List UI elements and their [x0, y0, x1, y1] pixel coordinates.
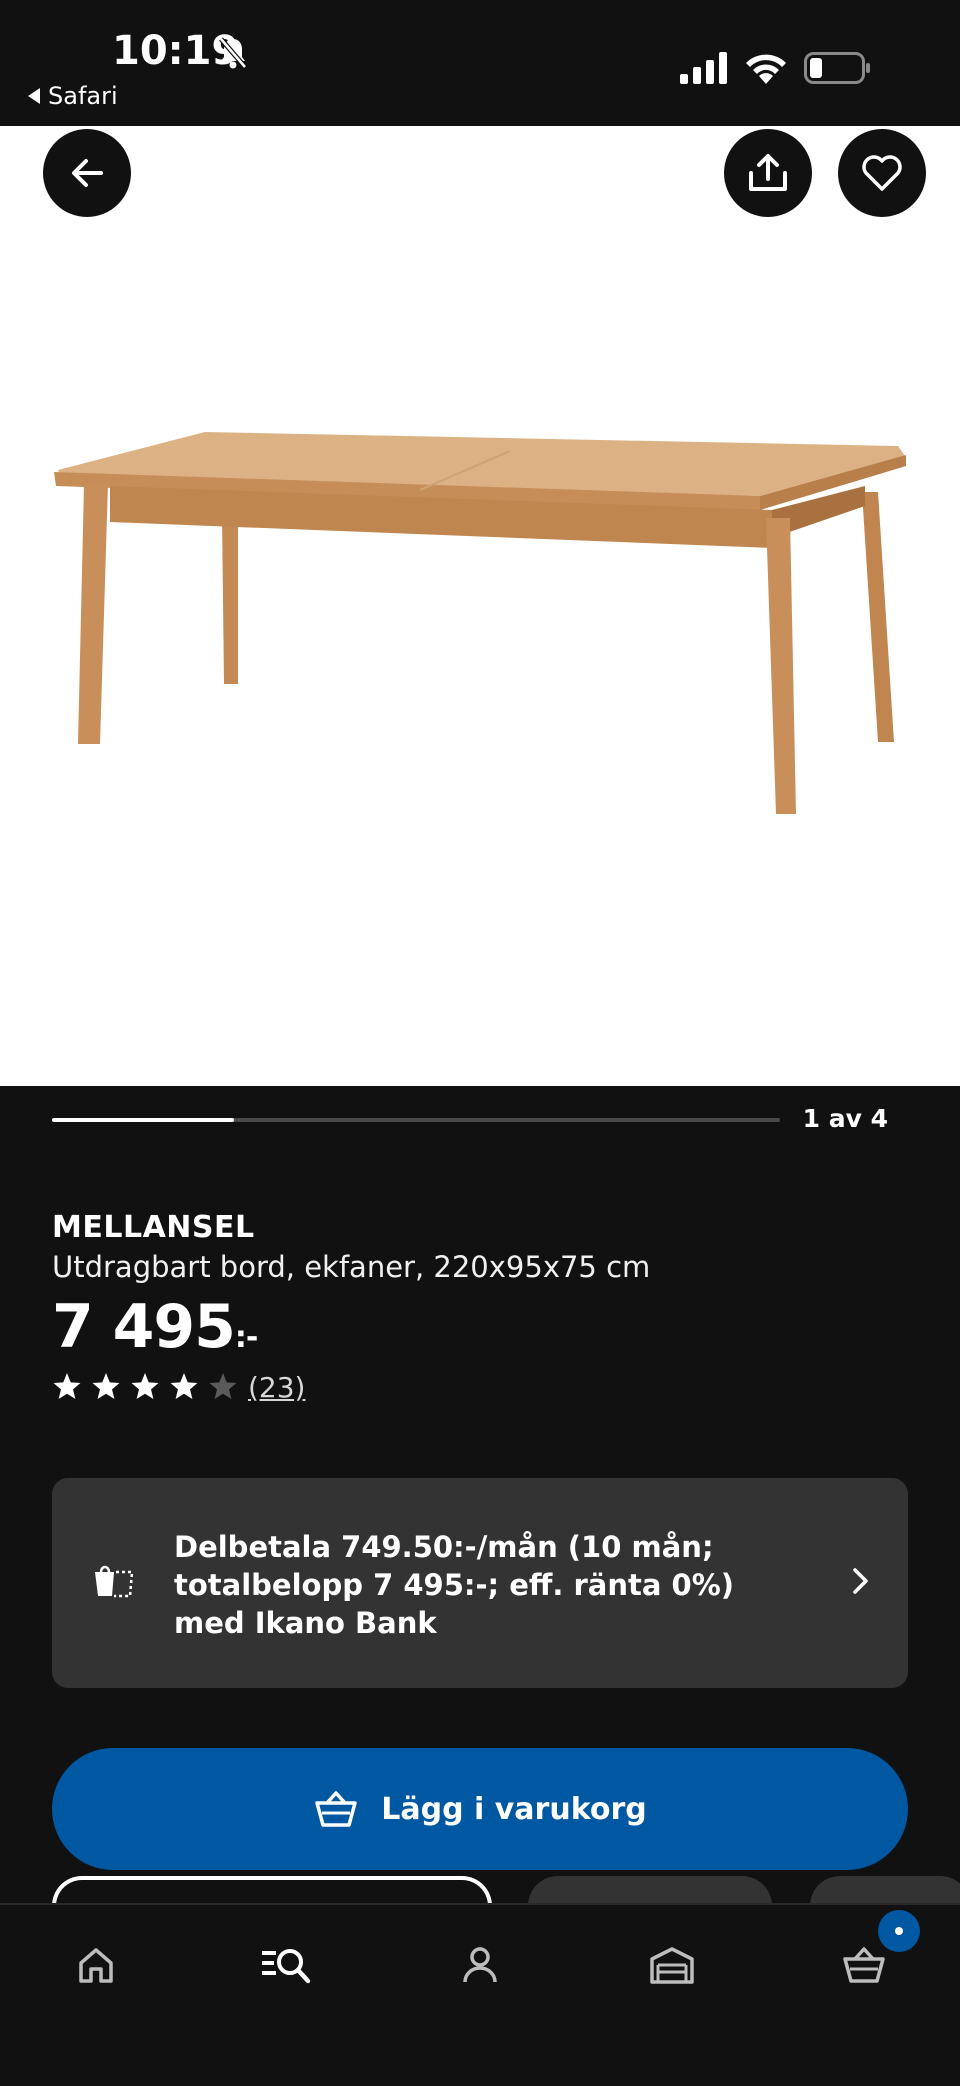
profile-icon	[463, 1947, 497, 1983]
product-image	[54, 432, 906, 814]
financing-card[interactable]: Delbetala 749.50:-/mån (10 mån; totalbel…	[52, 1478, 908, 1688]
chevron-right-icon	[853, 1568, 868, 1594]
cart-badge-dot	[895, 1927, 903, 1935]
rating-stars	[52, 1372, 238, 1404]
add-to-cart-label: Lägg i varukorg	[381, 1791, 647, 1827]
cart-icon	[843, 1947, 885, 1983]
back-to-safari[interactable]: Safari	[28, 82, 118, 110]
store-icon	[650, 1947, 694, 1984]
reviews-link[interactable]: (23)	[248, 1371, 305, 1404]
battery-icon	[804, 52, 870, 84]
product-description: Utdragbart bord, ekfaner, 220x95x75 cm	[52, 1250, 651, 1284]
cellular-signal-icon	[680, 52, 727, 84]
gallery-progress-track	[52, 1118, 780, 1122]
gallery-counter: 1 av 4	[802, 1104, 888, 1133]
cart-badge	[878, 1910, 920, 1952]
silent-mode-icon	[219, 37, 247, 69]
product-image-gallery[interactable]	[0, 126, 960, 1086]
product-price: 7 495:-	[52, 1292, 258, 1362]
star-filled-icon	[91, 1372, 121, 1404]
nav-store[interactable]	[642, 1935, 702, 1995]
price-value: 7 495	[52, 1292, 236, 1362]
add-to-cart-button[interactable]: Lägg i varukorg	[52, 1748, 908, 1870]
nav-profile[interactable]	[450, 1935, 510, 1995]
share-icon	[749, 154, 787, 191]
bottom-navigation	[0, 1903, 960, 2086]
favorite-button[interactable]	[838, 129, 926, 217]
wifi-icon	[746, 54, 786, 84]
star-empty-icon	[208, 1372, 238, 1404]
financing-text: Delbetala 749.50:-/mån (10 mån; totalbel…	[174, 1530, 735, 1640]
basket-icon	[315, 1791, 358, 1827]
arrow-left-icon	[72, 159, 103, 187]
nav-search[interactable]	[256, 1935, 316, 1995]
home-icon	[79, 1948, 113, 1983]
heart-icon	[862, 155, 902, 191]
nav-home[interactable]	[66, 1935, 126, 1995]
price-suffix: :-	[234, 1320, 258, 1355]
share-button[interactable]	[724, 129, 812, 217]
star-filled-icon	[52, 1372, 82, 1404]
back-triangle-icon	[28, 88, 40, 104]
back-app-label: Safari	[48, 82, 118, 110]
star-filled-icon	[130, 1372, 160, 1404]
search-icon	[262, 1949, 311, 1984]
gallery-progress-fill	[52, 1118, 234, 1122]
product-name: MELLANSEL	[52, 1210, 255, 1245]
shopping-bag-icon	[95, 1565, 134, 1598]
back-button[interactable]	[43, 129, 131, 217]
star-filled-icon	[169, 1372, 199, 1404]
status-bar: 10:19 Safari	[0, 0, 960, 126]
